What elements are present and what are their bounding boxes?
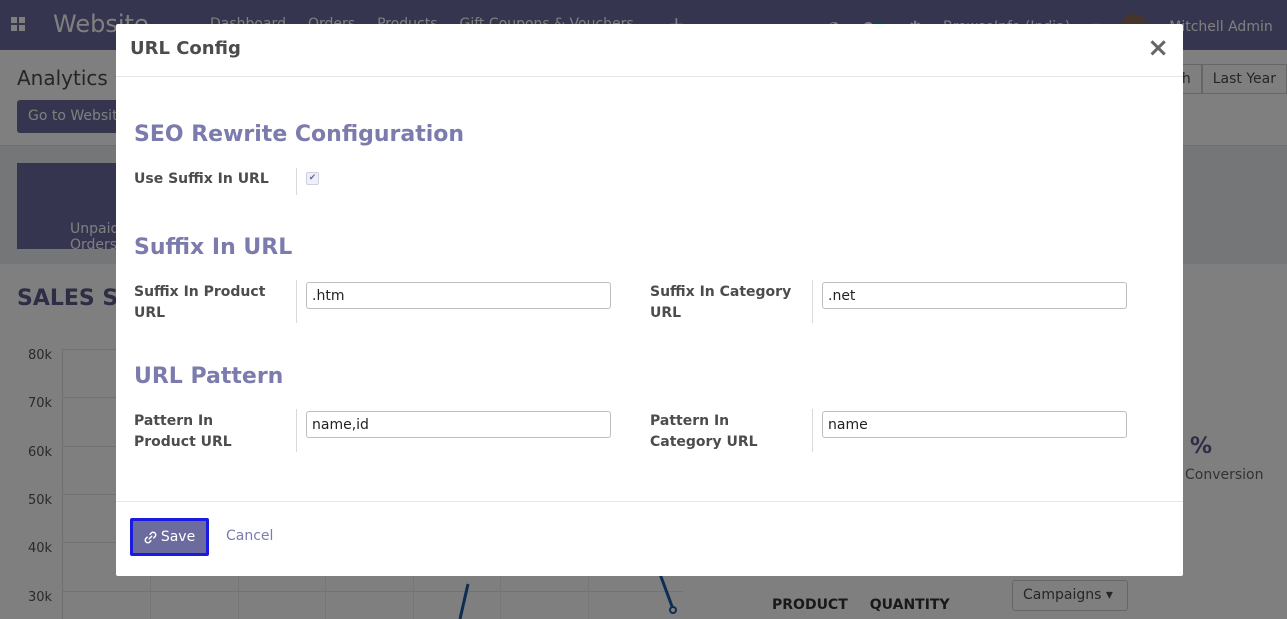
pattern-category-label: Pattern In Category URL (650, 413, 758, 450)
section-title-seo: SEO Rewrite Configuration (134, 122, 465, 147)
modal-title: URL Config (130, 38, 241, 59)
suffix-category-label: Suffix In Category URL (650, 284, 792, 321)
modal-footer: Save Cancel (116, 501, 1183, 576)
url-config-dialog: URL Config × SEO Rewrite Configuration U… (116, 24, 1183, 576)
section-title-pattern: URL Pattern (134, 364, 284, 389)
suffix-category-input[interactable] (822, 282, 1127, 309)
save-button-label: Save (160, 529, 196, 545)
save-button[interactable]: Save (130, 518, 209, 556)
suffix-product-input[interactable] (306, 282, 611, 309)
check-icon: ✔ (308, 173, 317, 183)
field-separator (296, 409, 297, 452)
field-separator (296, 280, 297, 323)
cancel-button[interactable]: Cancel (226, 528, 273, 544)
suffix-product-label: Suffix In Product URL (134, 284, 266, 321)
modal-header: URL Config × (116, 24, 1183, 77)
link-icon (144, 531, 157, 543)
pattern-product-input[interactable] (306, 411, 611, 438)
pattern-category-input[interactable] (822, 411, 1127, 438)
use-suffix-label: Use Suffix In URL (134, 171, 269, 187)
use-suffix-checkbox[interactable]: ✔ (306, 172, 319, 185)
section-title-suffix: Suffix In URL (134, 235, 293, 260)
pattern-product-label: Pattern In Product URL (134, 413, 232, 450)
close-icon[interactable]: × (1147, 34, 1169, 62)
field-separator (812, 409, 813, 452)
field-separator (812, 280, 813, 323)
field-separator (296, 168, 297, 195)
